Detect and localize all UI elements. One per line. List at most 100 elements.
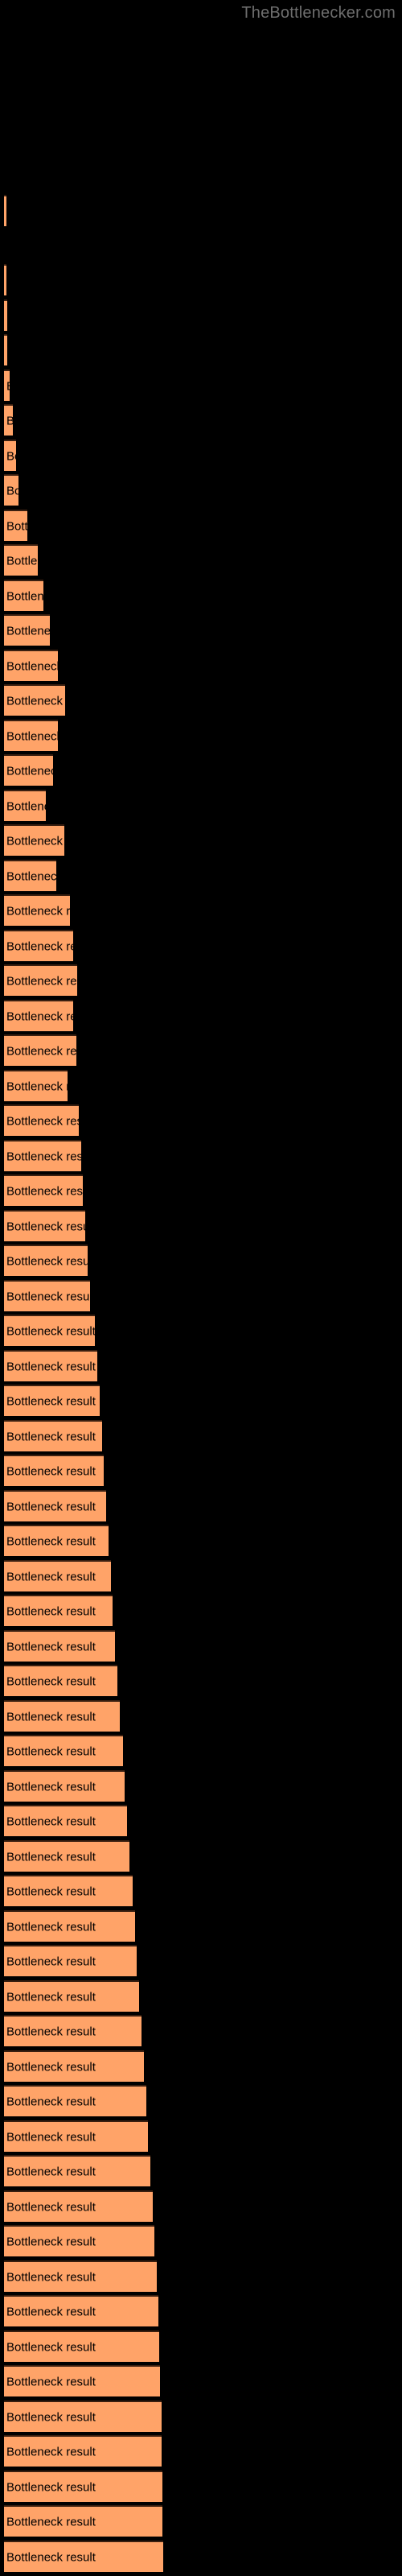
bar-label: Bottleneck result <box>6 519 27 533</box>
bar[interactable]: Bottleneck result <box>4 1700 120 1732</box>
bar[interactable]: Bottleneck result <box>4 2155 150 2186</box>
bar-label: Bottleneck result <box>6 484 18 497</box>
bar-label: Bottleneck result <box>6 659 58 673</box>
bar[interactable]: Bottleneck result <box>4 2225 154 2256</box>
bar-label: Bottleneck result <box>6 2340 96 2354</box>
bar[interactable]: Bottleneck result <box>4 1735 123 1766</box>
bar-label: Bottleneck result <box>6 939 73 953</box>
bar[interactable]: Bottleneck result <box>4 1840 129 1872</box>
bar[interactable]: Bottleneck result <box>4 2541 163 2572</box>
bar-label: Bottleneck result <box>6 2235 96 2248</box>
bar-label: Bottleneck result <box>6 2480 96 2494</box>
bar-label: Bottleneck result <box>6 1990 96 2004</box>
bar[interactable]: Bottleneck result <box>4 1140 81 1171</box>
bar[interactable]: Bottleneck result <box>4 1455 104 1486</box>
bar[interactable]: Bottleneck result <box>4 1910 135 1942</box>
bar-row: Bottleneck result <box>0 858 402 893</box>
bar[interactable]: Bottleneck result <box>4 510 27 541</box>
bar-row: Bottleneck result <box>0 893 402 927</box>
bar[interactable]: Bottleneck result <box>4 1805 127 1836</box>
bar[interactable]: Bottleneck result <box>4 2365 160 2396</box>
bar[interactable]: Bottleneck result <box>4 299 7 331</box>
bar-row: Bottleneck result <box>0 1769 402 1803</box>
bar[interactable]: Bottleneck result <box>4 1630 115 1662</box>
bar[interactable]: Bottleneck result <box>4 1770 125 1802</box>
bar-label: Bottleneck result <box>6 1150 81 1163</box>
bar-row: Bottleneck result <box>0 2013 402 2048</box>
bar-label: Bottleneck result <box>6 1009 73 1023</box>
bar[interactable]: Bottleneck result <box>4 2505 162 2537</box>
bar[interactable]: Bottleneck result <box>4 369 10 401</box>
page-root: TheBottlenecker.com Bottleneck resultBot… <box>0 0 402 2576</box>
bar-row: Bottleneck result <box>0 402 402 437</box>
bar[interactable]: Bottleneck result <box>4 1595 113 1626</box>
bar[interactable]: Bottleneck result <box>4 1245 88 1276</box>
bar[interactable]: Bottleneck result <box>4 1490 106 1521</box>
bar[interactable]: Bottleneck result <box>4 2085 146 2116</box>
bar[interactable]: Bottleneck result <box>4 264 6 295</box>
bar[interactable]: Bottleneck result <box>4 2260 157 2292</box>
bar[interactable]: Bottleneck result <box>4 894 70 926</box>
bar-row: Bottleneck result <box>0 753 402 787</box>
bar[interactable]: Bottleneck result <box>4 1525 109 1556</box>
bar[interactable]: Bottleneck result <box>4 720 58 751</box>
bar[interactable]: Bottleneck result <box>4 1665 117 1696</box>
bar-label: Bottleneck result <box>6 1640 96 1653</box>
bar[interactable]: Bottleneck result <box>4 1000 73 1031</box>
bar[interactable]: Bottleneck result <box>4 2295 158 2326</box>
bar[interactable]: Bottleneck result <box>4 790 46 821</box>
bar-label: Bottleneck result <box>6 589 43 603</box>
bar[interactable]: Bottleneck result <box>4 2471 162 2502</box>
bar[interactable]: Bottleneck result <box>4 754 53 786</box>
bar[interactable]: Bottleneck result <box>4 1350 97 1381</box>
bar-row: Bottleneck result <box>0 1278 402 1313</box>
bar-label: Bottleneck result <box>6 1850 96 1864</box>
bar-label: Bottleneck result <box>6 309 7 323</box>
bar[interactable]: Bottleneck result <box>4 2435 162 2467</box>
bar[interactable]: Bottleneck result <box>4 1070 68 1101</box>
bar[interactable]: Bottleneck result <box>4 1280 90 1311</box>
bar-label: Bottleneck result <box>6 2025 96 2038</box>
bar[interactable]: Bottleneck result <box>4 1945 137 1976</box>
bar[interactable]: Bottleneck result <box>4 544 38 576</box>
bar[interactable]: Bottleneck result <box>4 650 58 681</box>
bar[interactable]: Bottleneck result <box>4 404 13 436</box>
bar[interactable]: Bottleneck result <box>4 2190 153 2222</box>
bar-label: Bottleneck result <box>6 1184 83 1198</box>
bar-label: Bottleneck result <box>6 2410 96 2424</box>
bar[interactable]: Bottleneck result <box>4 684 65 716</box>
bar[interactable]: Bottleneck result <box>4 440 16 471</box>
bar[interactable]: Bottleneck result <box>4 474 18 506</box>
bar-row: Bottleneck result <box>0 1068 402 1103</box>
bar[interactable]: Bottleneck result <box>4 614 50 646</box>
bar-label: Bottleneck result <box>6 554 38 568</box>
bar[interactable]: Bottleneck result <box>4 1420 102 1451</box>
bar[interactable]: Bottleneck result <box>4 2015 142 2046</box>
bar[interactable]: Bottleneck result <box>4 1034 76 1066</box>
bar[interactable]: Bottleneck result <box>4 2401 162 2432</box>
bar[interactable]: Bottleneck result <box>4 195 6 226</box>
bar[interactable]: Bottleneck result <box>4 1560 111 1591</box>
bar-row: Bottleneck result <box>0 998 402 1033</box>
bar[interactable]: Bottleneck result <box>4 2330 159 2362</box>
bar[interactable]: Bottleneck result <box>4 2050 144 2082</box>
bar-label: Bottleneck result <box>6 1710 96 1724</box>
bar-label: Bottleneck result <box>6 2445 96 2458</box>
bar[interactable]: Bottleneck result <box>4 1875 133 1906</box>
bar[interactable]: Bottleneck result <box>4 860 56 891</box>
bar[interactable]: Bottleneck result <box>4 334 7 365</box>
bar[interactable]: Bottleneck result <box>4 930 73 961</box>
bar[interactable]: Bottleneck result <box>4 1315 95 1346</box>
bar[interactable]: Bottleneck result <box>4 2120 148 2152</box>
bar[interactable]: Bottleneck result <box>4 1210 85 1241</box>
bar[interactable]: Bottleneck result <box>4 1174 83 1206</box>
bar[interactable]: Bottleneck result <box>4 964 77 996</box>
bar-label: Bottleneck result <box>6 449 16 463</box>
bar[interactable]: Bottleneck result <box>4 824 64 856</box>
bar[interactable]: Bottleneck result <box>4 1104 79 1136</box>
bar[interactable]: Bottleneck result <box>4 580 43 611</box>
bar[interactable]: Bottleneck result <box>4 1980 139 2012</box>
bar-row: Bottleneck result <box>0 2469 402 2504</box>
bar-row: Bottleneck result <box>0 613 402 647</box>
bar[interactable]: Bottleneck result <box>4 1385 100 1416</box>
